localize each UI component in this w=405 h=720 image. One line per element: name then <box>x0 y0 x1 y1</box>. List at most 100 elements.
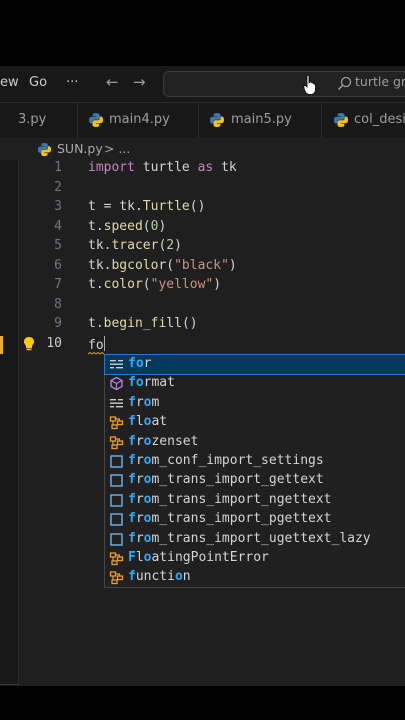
variable-icon <box>110 513 123 526</box>
line-number: 5 <box>54 238 62 253</box>
suggestion-item[interactable]: for <box>104 353 405 376</box>
token: ( <box>166 257 175 273</box>
suggestion-item[interactable]: FloatingPointError <box>105 549 405 568</box>
suggestion-label: from <box>128 395 159 410</box>
rest: at <box>151 414 168 430</box>
suggestion-item[interactable]: from_trans_import_ugettext_lazy <box>105 530 405 549</box>
token: t. <box>88 277 104 292</box>
rest: r <box>135 530 144 546</box>
python-icon <box>210 113 224 127</box>
token: ( <box>142 218 151 234</box>
line-number: 1 <box>54 160 62 175</box>
rest: n <box>182 569 191 585</box>
match: f <box>128 530 136 546</box>
match: f <box>128 433 136 449</box>
rest: r <box>135 453 144 468</box>
rest: r <box>135 472 144 488</box>
token: tk. <box>88 257 112 273</box>
rest: r <box>135 394 144 410</box>
match: o <box>135 356 144 371</box>
code-editor[interactable]: 1 2 3 4 5 6 7 8 9 10 import turtle as tk… <box>0 160 405 686</box>
breadcrumb-file[interactable]: SUN.py <box>57 141 103 156</box>
token: tk. <box>88 238 112 253</box>
line-number: 2 <box>54 179 62 195</box>
suggestion-item[interactable]: from_trans_import_gettext <box>105 471 405 490</box>
menu-more[interactable]: ··· <box>66 75 78 90</box>
token: bgcolor <box>111 257 167 273</box>
text-cursor <box>103 335 105 351</box>
suggestion-item[interactable]: float <box>105 413 405 432</box>
breadcrumb: SUN.py > ... <box>0 138 405 160</box>
code-line-4: t.speed(0) <box>88 219 166 234</box>
token: ( <box>142 277 151 292</box>
variable-icon <box>110 474 123 488</box>
match: f <box>128 453 136 468</box>
match: F <box>128 550 136 565</box>
suggestion-label: for <box>128 356 151 371</box>
line-number: 7 <box>54 277 62 292</box>
forward-arrow-icon[interactable]: → <box>133 73 146 91</box>
line-number: 4 <box>54 218 62 234</box>
token: "black" <box>174 257 229 273</box>
rest: zenset <box>151 433 199 449</box>
line-number: 9 <box>54 316 62 331</box>
class-icon <box>109 435 124 449</box>
python-icon <box>37 142 52 157</box>
suggestion-label: frozenset <box>128 434 198 449</box>
rest: uncti <box>135 569 175 585</box>
python-icon <box>334 113 348 127</box>
tab-label: col_desig <box>354 112 405 127</box>
line-number: 6 <box>54 257 62 273</box>
match: f <box>128 394 136 410</box>
tab-3py[interactable]: 3.py <box>0 103 78 138</box>
rest: m_trans_import_gettext <box>151 472 324 488</box>
breadcrumb-separator[interactable]: > ... <box>104 141 130 156</box>
search-text: turtle gra <box>355 74 405 89</box>
line-number: 3 <box>54 199 62 214</box>
rest: m_trans_import_ugettext_lazy <box>151 530 371 546</box>
suggestion-item[interactable]: from_trans_import_ngettext <box>105 491 405 510</box>
tab-label: main5.py <box>231 112 292 127</box>
token: ) <box>213 277 222 292</box>
suggestion-label: from_conf_import_settings <box>128 453 324 468</box>
code-line-10[interactable]: fo <box>88 335 105 353</box>
rest: r <box>143 356 152 371</box>
module-icon <box>110 377 123 391</box>
rest: l <box>135 414 144 430</box>
menu-view[interactable]: ew <box>0 75 19 90</box>
token: t. <box>88 316 104 331</box>
match: f <box>128 414 136 430</box>
suggestion-label: from_trans_import_pgettext <box>128 511 332 526</box>
token: "yellow" <box>150 277 214 292</box>
suggestion-item[interactable]: function <box>105 568 405 587</box>
tab-main5[interactable]: main5.py <box>199 103 322 138</box>
suggestion-item[interactable]: from <box>105 394 405 413</box>
code-line-6: tk.bgcolor("black") <box>88 258 237 273</box>
code-line-5: tk.tracer(2) <box>88 238 182 253</box>
token: import <box>88 160 135 175</box>
back-arrow-icon[interactable]: ← <box>106 73 119 91</box>
rest: atingPointError <box>151 550 269 565</box>
class-icon <box>109 416 124 430</box>
vscode-window: ew Go ··· ← → turtle gra 3.py main4.py <box>0 66 405 686</box>
lightbulb-icon[interactable] <box>22 336 36 352</box>
token: as <box>197 160 214 175</box>
rest: m_trans_import_pgettext <box>151 511 332 527</box>
rest: m_trans_import_ngettext <box>151 491 332 507</box>
token: tracer <box>111 238 159 253</box>
suggestion-item[interactable]: from_trans_import_pgettext <box>105 510 405 529</box>
tab-main4[interactable]: main4.py <box>78 103 199 138</box>
menu-go[interactable]: Go <box>29 75 47 90</box>
token: () <box>189 199 206 214</box>
token: begin_fill <box>103 316 182 331</box>
divider <box>0 684 18 685</box>
suggestion-item[interactable]: frozenset <box>105 433 405 452</box>
autocomplete-suggestions[interactable]: for format from float frozenset from_con… <box>104 353 405 588</box>
tab-col-design[interactable]: col_desig <box>322 103 405 138</box>
suggestion-item[interactable]: from_conf_import_settings <box>105 452 405 471</box>
suggestion-item[interactable]: format <box>105 374 405 393</box>
rest: m <box>151 394 160 410</box>
rest: r <box>135 511 144 527</box>
python-icon <box>89 113 103 127</box>
suggestion-label: FloatingPointError <box>128 550 269 565</box>
